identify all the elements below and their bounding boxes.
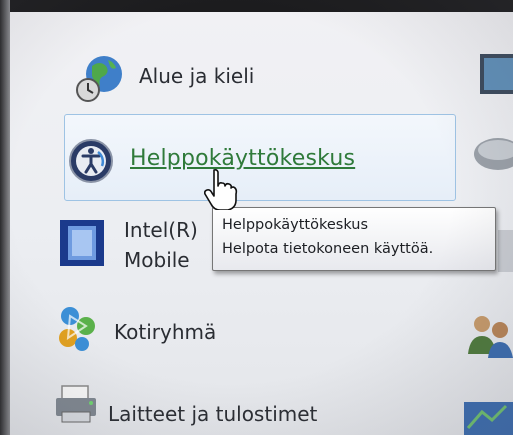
ease-of-access-icon: [69, 139, 113, 183]
ease-of-access-link[interactable]: Helppokäyttökeskus: [130, 146, 355, 171]
printer-icon: [56, 385, 96, 423]
homegroup-icon: [59, 307, 95, 351]
tooltip-description: Helpota tietokoneen käyttöä.: [222, 241, 434, 257]
programs-icon: [464, 402, 513, 435]
partial-icon: [498, 230, 513, 272]
mouse-icon: [474, 138, 513, 170]
left-frame-edge: [0, 0, 10, 435]
users-icon: [468, 316, 513, 358]
intel-graphics-icon: [60, 220, 104, 266]
item-homegroup-label: Kotiryhmä: [114, 320, 217, 344]
item-intel-label-line1: Intel(R): [124, 218, 198, 242]
tooltip-title: Helppokäyttökeskus: [222, 217, 369, 233]
item-region-label: Alue ja kieli: [139, 64, 255, 88]
globe-clock-icon: [76, 56, 122, 102]
item-intel-label-line2: Mobile: [124, 248, 190, 272]
hand-cursor-icon: [204, 168, 238, 210]
item-devices-label: Laitteet ja tulostimet: [108, 402, 318, 426]
display-icon: [480, 54, 513, 94]
top-frame-edge: [0, 0, 513, 12]
tooltip: Helppokäyttökeskus Helpota tietokoneen k…: [212, 207, 496, 271]
